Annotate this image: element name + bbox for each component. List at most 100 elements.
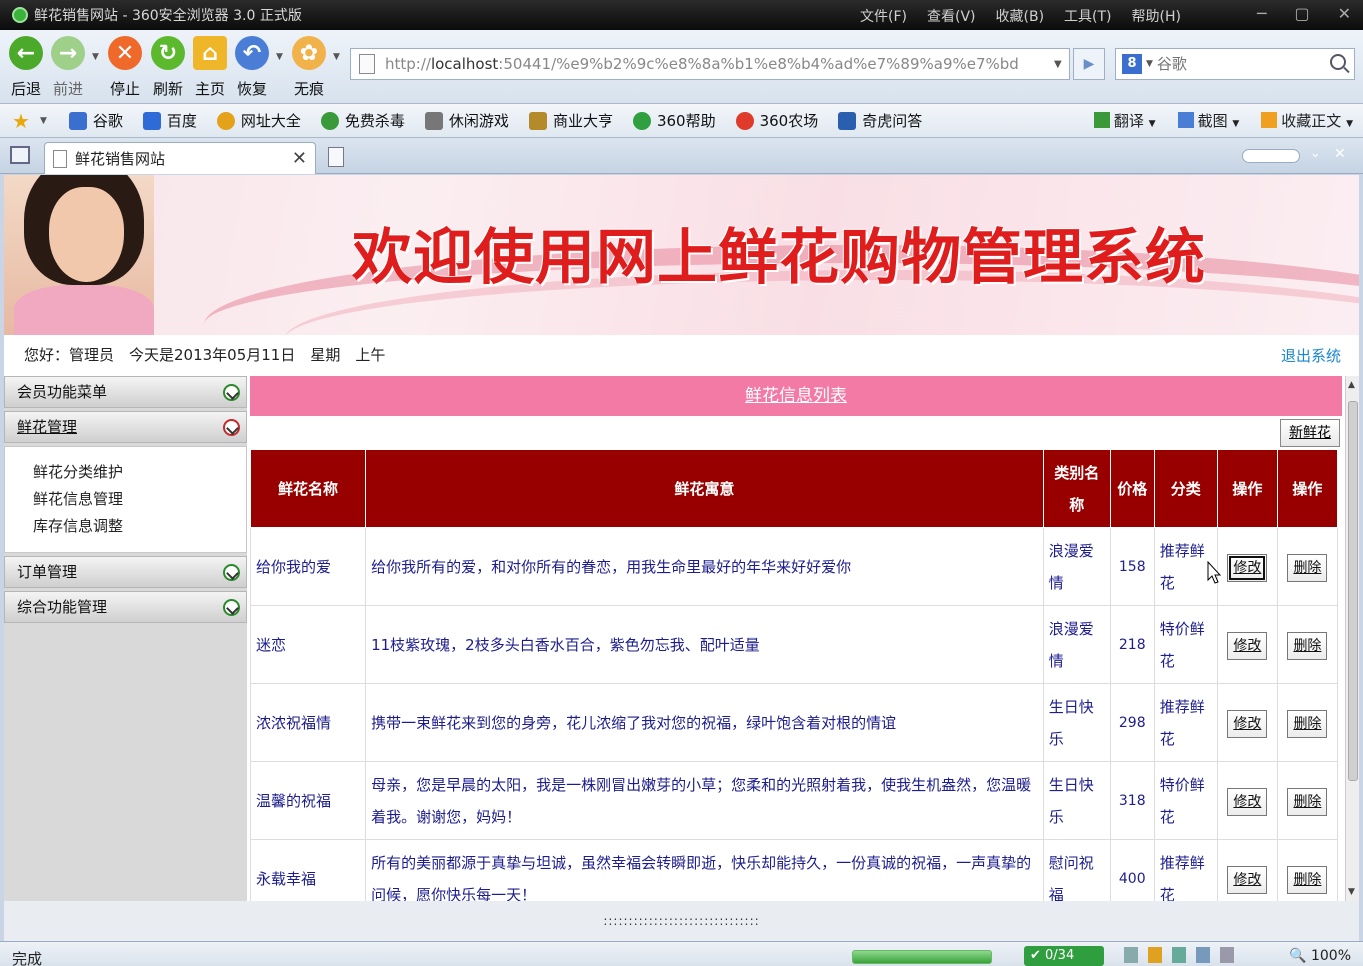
new-tab-icon[interactable] [328,147,344,167]
address-bar[interactable]: http://localhost:50441/%e9%b2%9c%e8%8a%b… [350,48,1070,80]
sidebar-item-order-management[interactable]: 订单管理 [4,556,247,588]
menu-help[interactable]: 帮助(H) [1132,6,1181,26]
sites-icon [216,111,235,130]
submenu-category-maintenance[interactable]: 鲜花分类维护 [33,459,246,486]
delete-button[interactable]: 删除 [1287,787,1328,816]
status-tool-icons[interactable] [1124,947,1234,963]
incognito-dropdown-icon[interactable]: ▼ [333,52,340,62]
fav-item-antivirus[interactable]: 免费杀毒 [320,110,405,131]
submenu-stock-adjust[interactable]: 库存信息调整 [33,513,246,540]
delete-button[interactable]: 删除 [1287,865,1328,894]
scroll-down-icon[interactable]: ▼ [1348,887,1355,897]
window-icon[interactable] [1172,947,1186,963]
collect-icon [1261,112,1278,128]
sidebar-item-general-management[interactable]: 综合功能管理 [4,591,247,623]
scroll-up-icon[interactable]: ▲ [1348,380,1355,390]
screenshot-button[interactable]: 截图 ▼ [1177,110,1239,131]
submenu-flower-info[interactable]: 鲜花信息管理 [33,486,246,513]
favorites-dropdown-icon[interactable]: ▼ [40,116,47,126]
go-button[interactable]: ▶ [1073,48,1105,80]
monitor-icon[interactable] [1196,947,1210,963]
forward-dropdown-icon[interactable]: ▼ [92,52,99,62]
collapse-icon[interactable] [223,419,240,436]
translate-button[interactable]: 翻译 ▼ [1093,110,1156,131]
flower-icon [735,111,754,130]
close-tab-icon[interactable]: ✕ [292,148,307,169]
fav-item-qa[interactable]: 奇虎问答 [838,110,922,131]
menu-tools[interactable]: 工具(T) [1064,6,1111,26]
favorites-bar: ★ ▼ 谷歌 百度 网址大全 免费杀毒 休闲游戏 商业大亨 360帮助 360农… [0,104,1363,138]
flower-name: 永载幸福 [250,839,367,901]
translate-icon [1093,112,1110,128]
qa-icon [838,111,857,130]
edit-button[interactable]: 修改 [1227,631,1268,660]
vertical-scrollbar[interactable]: ▲ ▼ [1345,376,1359,901]
fav-item-360farm[interactable]: 360农场 [735,110,818,131]
tool-icon[interactable] [1124,947,1138,963]
edit-button[interactable]: 修改 [1227,865,1268,894]
delete-button[interactable]: 删除 [1287,631,1328,660]
table-row: 给你我的爱 给你我所有的爱，和对你所有的眷恋，用我生命里最好的年华来好好爱你 浪… [250,527,1339,606]
360-help-icon [632,111,651,130]
expand-icon[interactable] [223,384,240,401]
sidebar-item-flower-management[interactable]: 鲜花管理 [4,411,247,443]
edit-button[interactable]: 修改 [1227,787,1268,816]
address-url[interactable]: http://localhost:50441/%e9%b2%9c%e8%8a%b… [385,55,1050,73]
expand-icon[interactable] [223,599,240,616]
address-dropdown-icon[interactable]: ▼ [1054,59,1062,70]
new-flower-button[interactable]: 新鲜花 [1280,419,1340,447]
flower-meaning: 携带一束鲜花来到您的身旁，花儿浓缩了我对您的祝福，绿叶饱含着对根的情谊 [365,683,1044,762]
sidebar-item-member-menu[interactable]: 会员功能菜单 [4,376,247,408]
logout-link[interactable]: 退出系统 [1281,345,1341,366]
collect-button[interactable]: 收藏正文 ▼ [1261,110,1353,131]
minimize-icon[interactable]: ─ [1257,4,1267,23]
close-all-icon[interactable]: ✕ [1334,146,1346,162]
search-icon[interactable] [1330,54,1346,70]
fav-item-business[interactable]: 商业大亨 [528,110,613,131]
speaker-icon[interactable] [1220,947,1234,963]
window-controls: ─ ▢ ✕ [1257,4,1351,23]
restore-dropdown-icon[interactable]: ▼ [276,52,283,62]
frame-splitter[interactable]: ::::::::::::::::::::::::::::::: [4,901,1359,941]
antivirus-icon [320,111,339,130]
tab-flower-site[interactable]: 鲜花销售网站 ✕ [44,142,316,174]
search-engine-icon[interactable]: 8 [1122,54,1142,74]
home-button[interactable]: ⌂ 主页 [188,36,232,99]
edit-button[interactable]: 修改 [1227,553,1268,582]
menu-view[interactable]: 查看(V) [927,6,976,26]
flower-category: 浪漫爱情 [1042,605,1111,684]
list-title[interactable]: 鲜花信息列表 [250,376,1342,416]
restore-button[interactable]: ↶ 恢复 [230,36,274,99]
expand-icon[interactable] [223,564,240,581]
zoom-level[interactable]: 🔍 100% [1289,948,1351,964]
fav-item-games[interactable]: 休闲游戏 [424,110,509,131]
forward-button[interactable]: → 前进 [46,36,90,99]
back-button[interactable]: ← 后退 [4,36,48,99]
scroll-thumb[interactable] [1348,401,1358,781]
search-box[interactable]: 8 ▼ [1115,48,1355,80]
fav-item-google[interactable]: 谷歌 [68,110,123,131]
tab-list-icon[interactable]: ⌄ [1310,146,1321,161]
close-window-icon[interactable]: ✕ [1338,4,1351,23]
business-icon [528,111,547,130]
tab-search-pill[interactable] [1242,149,1300,163]
stop-button[interactable]: ✕ 停止 [103,36,147,99]
search-input[interactable] [1156,55,1307,73]
shield-icon[interactable] [1148,947,1162,963]
engine-dropdown-icon[interactable]: ▼ [1146,59,1153,69]
menu-favorites[interactable]: 收藏(B) [996,6,1045,26]
fav-item-baidu[interactable]: 百度 [142,110,197,131]
refresh-button[interactable]: ↻ 刷新 [146,36,190,99]
download-counter[interactable]: ✔ 0/34 [1024,946,1104,966]
delete-button[interactable]: 删除 [1287,709,1328,738]
sidebar-toggle-icon[interactable] [10,146,30,164]
delete-button[interactable]: 删除 [1287,553,1328,582]
maximize-icon[interactable]: ▢ [1294,4,1309,23]
incognito-button[interactable]: ✿ 无痕 [287,36,331,99]
favorites-star-icon[interactable]: ★ [12,109,30,133]
fav-item-sites[interactable]: 网址大全 [216,110,301,131]
flower-list-panel: 鲜花信息列表 新鲜花 鲜花名称 鲜花寓意 类别名称 价格 分类 操作 操作 给你… [250,376,1342,901]
edit-button[interactable]: 修改 [1227,709,1268,738]
fav-item-360help[interactable]: 360帮助 [632,110,716,131]
menu-file[interactable]: 文件(F) [860,6,907,26]
